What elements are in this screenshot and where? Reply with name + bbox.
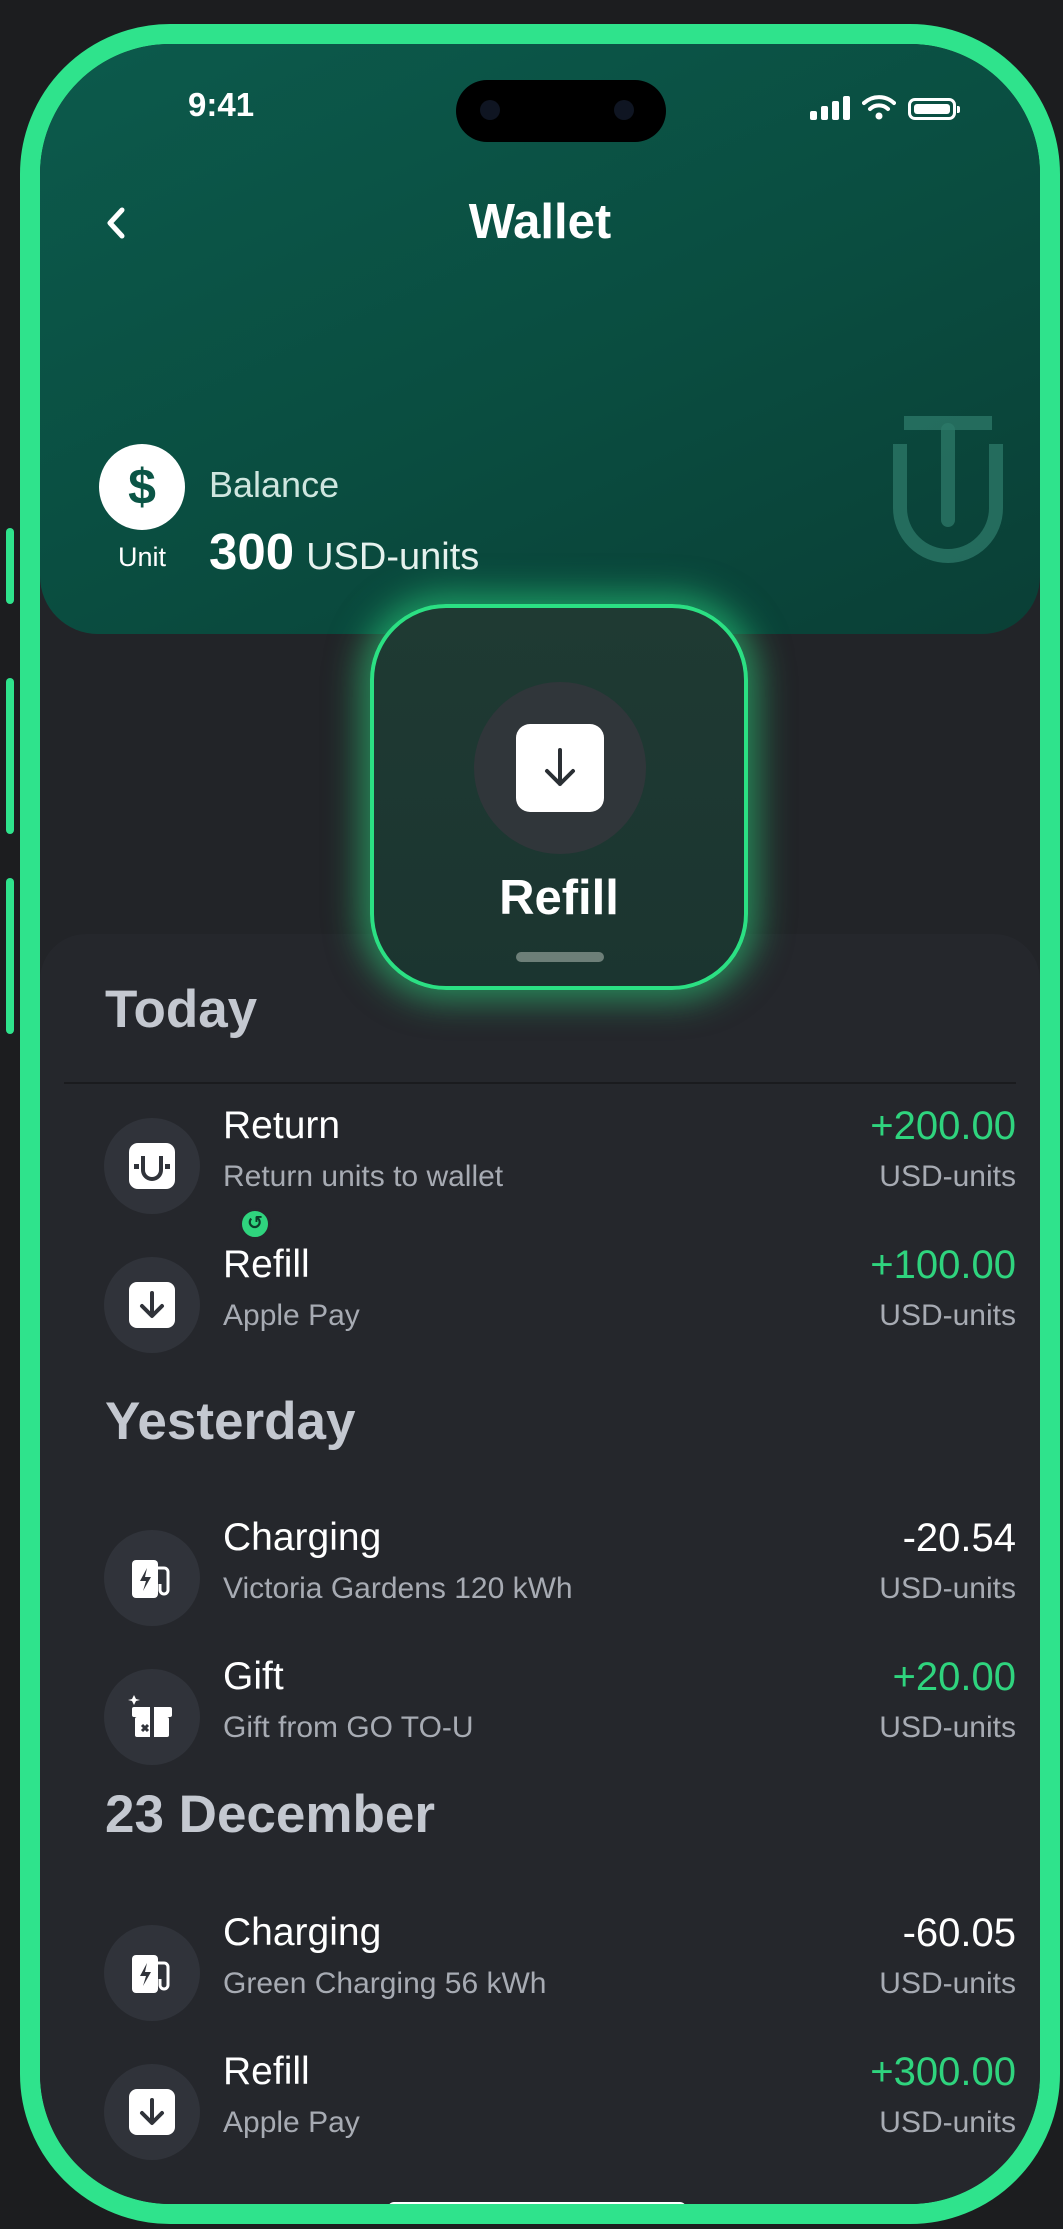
section-title-yesterday: Yesterday — [105, 1392, 356, 1451]
transaction-amount: +100.00 — [870, 1243, 1016, 1287]
wifi-icon — [862, 95, 896, 120]
transaction-subtitle: Gift from GO TO-U — [223, 1711, 474, 1744]
transaction-subtitle: Victoria Gardens 120 kWh — [223, 1572, 573, 1605]
transaction-unit: USD-units — [879, 2106, 1016, 2139]
transaction-unit: USD-units — [879, 1711, 1016, 1744]
transaction-row-refill[interactable]: Refill Apple Pay +300.00 USD-units — [40, 2050, 1040, 2160]
transaction-subtitle: Green Charging 56 kWh — [223, 1967, 547, 2000]
transaction-title: Charging — [223, 1516, 382, 1559]
transaction-unit: USD-units — [879, 1160, 1016, 1193]
transaction-amount: +200.00 — [870, 1104, 1016, 1148]
transaction-unit: USD-units — [879, 1967, 1016, 2000]
transaction-title: Charging — [223, 1911, 382, 1954]
refill-label: Refill — [499, 871, 619, 925]
charging-icon — [104, 1925, 200, 2021]
action-button — [6, 528, 14, 604]
wallet-screen: 9:41 Wallet $ Unit Balance 300 USD-units… — [40, 44, 1040, 2204]
transaction-row-return[interactable]: ↺ Return Return units to wallet +200.00 … — [40, 1104, 1040, 1240]
phone-frame: 9:41 Wallet $ Unit Balance 300 USD-units… — [20, 24, 1060, 2224]
transaction-subtitle: Apple Pay — [223, 1299, 360, 1332]
camera-dot — [480, 100, 500, 120]
status-icons — [810, 94, 960, 120]
transaction-amount: +300.00 — [870, 2050, 1016, 2094]
brand-logo-icon — [893, 416, 1003, 563]
balance-header: 9:41 Wallet $ Unit Balance 300 USD-units — [40, 44, 1040, 634]
section-title-today: Today — [105, 980, 258, 1039]
transaction-row-refill[interactable]: Refill Apple Pay +100.00 USD-units — [40, 1243, 1040, 1353]
drag-handle[interactable] — [516, 952, 604, 962]
transaction-unit: USD-units — [879, 1299, 1016, 1332]
transaction-row-gift[interactable]: Gift Gift from GO TO-U +20.00 USD-units — [40, 1655, 1040, 1765]
return-icon: ↺ — [104, 1118, 271, 1240]
page-title: Wallet — [468, 195, 612, 249]
balance-amount: 300 USD-units — [209, 522, 479, 581]
transaction-amount: -20.54 — [902, 1516, 1016, 1560]
volume-down-button — [6, 878, 14, 1034]
signal-icon — [810, 96, 850, 120]
volume-up-button — [6, 678, 14, 834]
status-time: 9:41 — [188, 86, 255, 123]
section-title-december: 23 December — [105, 1785, 435, 1844]
charging-icon — [104, 1530, 200, 1626]
transaction-title: Return — [223, 1104, 341, 1147]
return-badge-icon: ↺ — [239, 1208, 271, 1240]
divider — [64, 1082, 1016, 1084]
battery-icon — [908, 98, 960, 120]
transaction-subtitle: Apple Pay — [223, 2106, 360, 2139]
transaction-title: Refill — [223, 1243, 310, 1286]
transaction-title: Refill — [223, 2050, 310, 2093]
gift-icon — [104, 1669, 200, 1765]
refill-icon — [104, 2064, 200, 2160]
download-arrow-icon — [516, 724, 604, 812]
unit-coin-label: Unit — [117, 542, 166, 572]
refill-button[interactable]: Refill — [370, 604, 748, 990]
transaction-subtitle: Return units to wallet — [223, 1160, 504, 1193]
balance-unit: USD-units — [306, 536, 480, 578]
transaction-row-charging[interactable]: Charging Green Charging 56 kWh -60.05 US… — [40, 1911, 1040, 2021]
balance-label: Balance — [209, 464, 340, 505]
sensor-dot — [614, 100, 634, 120]
transaction-amount: -60.05 — [902, 1911, 1016, 1955]
balance-value: 300 — [209, 523, 295, 580]
transaction-unit: USD-units — [879, 1572, 1016, 1605]
transaction-row-charging[interactable]: Charging Victoria Gardens 120 kWh -20.54… — [40, 1516, 1040, 1626]
transaction-amount: +20.00 — [892, 1655, 1016, 1699]
transaction-title: Gift — [223, 1655, 284, 1698]
refill-icon-circle — [474, 682, 646, 854]
refill-icon — [104, 1257, 200, 1353]
unit-coin-icon: $ — [99, 444, 185, 530]
dynamic-island — [456, 80, 666, 142]
home-indicator[interactable] — [388, 2202, 686, 2204]
